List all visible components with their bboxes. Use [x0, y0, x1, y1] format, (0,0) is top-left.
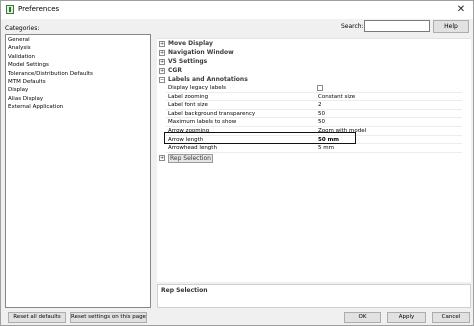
property-row-label-background-transparency: Label background transparency 50	[166, 110, 462, 119]
tree-group-label: Navigation Window	[168, 49, 234, 56]
settings-tree: + Move Display + Navigation Window + V5 …	[157, 38, 471, 282]
preferences-dialog: Preferences ✕ Categories: Search: Help G…	[0, 0, 474, 326]
property-row-maximum-labels-to-show: Maximum labels to show 50	[166, 118, 462, 127]
property-row-arrowhead-length: Arrowhead length 5 mm	[166, 144, 462, 153]
expand-icon[interactable]: +	[159, 154, 165, 161]
category-item-alias-display[interactable]: Alias Display	[6, 95, 150, 103]
property-name: Label zooming	[168, 93, 209, 100]
label-zooming-select[interactable]: Constant size	[316, 93, 460, 101]
categories-list[interactable]: General Analysis Validation Model Settin…	[5, 34, 151, 308]
description-title: Rep Selection	[161, 287, 208, 294]
property-name: Label font size	[168, 102, 208, 109]
property-row-display-legacy-labels: Display legacy labels	[166, 84, 462, 93]
maximum-labels-field[interactable]: 50	[316, 118, 460, 126]
property-name: Arrowhead length	[168, 145, 217, 152]
category-item-tolerance-distribution-defaults[interactable]: Tolerance/Distribution Defaults	[6, 70, 150, 78]
cancel-button[interactable]: Cancel	[432, 312, 470, 323]
property-row-label-font-size: Label font size 2	[166, 101, 462, 110]
category-item-validation[interactable]: Validation	[6, 53, 150, 61]
search-label: Search:	[341, 23, 364, 30]
tree-group-label: Move Display	[168, 40, 213, 47]
property-name: Label background transparency	[168, 110, 256, 117]
ok-button[interactable]: OK	[344, 312, 381, 323]
categories-label: Categories:	[5, 25, 40, 32]
collapse-icon[interactable]: −	[159, 76, 165, 83]
arrowhead-length-field[interactable]: 5 mm	[316, 144, 460, 152]
reset-page-settings-button[interactable]: Reset settings on this page	[70, 312, 147, 323]
property-name: Display legacy labels	[168, 85, 226, 91]
label-font-size-field[interactable]: 2	[316, 101, 460, 109]
tree-group-label: V5 Settings	[168, 58, 208, 65]
display-legacy-labels-checkbox[interactable]	[317, 85, 323, 91]
tree-group-label: CGR	[168, 67, 182, 74]
property-name: Maximum labels to show	[168, 119, 237, 126]
tree-group-label: Rep Selection	[168, 153, 213, 163]
expand-icon[interactable]: +	[159, 40, 165, 47]
category-item-external-application[interactable]: External Application	[6, 103, 150, 111]
category-item-analysis[interactable]: Analysis	[6, 44, 150, 52]
description-panel: Rep Selection	[157, 284, 471, 308]
title-bar: Preferences ✕	[1, 1, 473, 19]
tree-group-label: Labels and Annotations	[168, 76, 248, 83]
category-item-display[interactable]: Display	[6, 86, 150, 94]
category-item-mtm-defaults[interactable]: MTM Defaults	[6, 78, 150, 86]
apply-button[interactable]: Apply	[387, 312, 426, 323]
search-input[interactable]	[364, 20, 430, 32]
help-button[interactable]: Help	[433, 20, 469, 33]
expand-icon[interactable]: +	[159, 49, 165, 56]
label-background-transparency-field[interactable]: 50	[316, 110, 460, 118]
app-icon	[6, 5, 14, 14]
expand-icon[interactable]: +	[159, 67, 165, 74]
close-icon[interactable]: ✕	[454, 3, 468, 16]
reset-all-defaults-button[interactable]: Reset all defaults	[8, 312, 66, 323]
category-item-model-settings[interactable]: Model Settings	[6, 61, 150, 69]
property-row-label-zooming: Label zooming Constant size	[166, 93, 462, 102]
category-item-general[interactable]: General	[6, 36, 150, 44]
arrow-length-highlight	[164, 132, 356, 144]
window-title: Preferences	[18, 5, 60, 13]
expand-icon[interactable]: +	[159, 58, 165, 65]
